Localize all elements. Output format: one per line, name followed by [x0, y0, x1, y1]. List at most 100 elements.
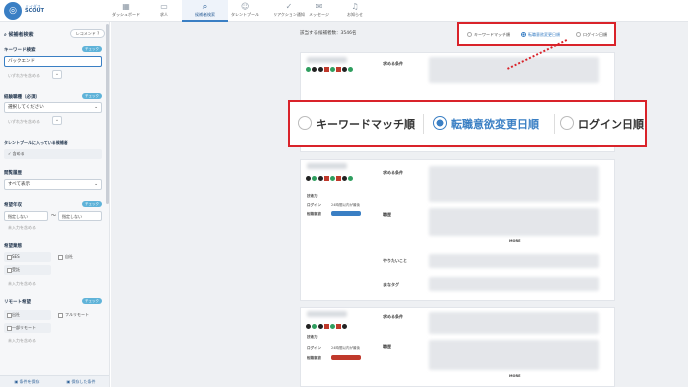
divider [423, 114, 424, 134]
business-label: 希望業態 [4, 244, 22, 249]
sidebar-footer: ▣ 条件を保存 ▣ 保存した条件 [0, 375, 109, 387]
keyword-check-badge[interactable]: チェック [82, 46, 102, 52]
chevron-down-icon: ⌄ [94, 105, 98, 110]
zoom-sort-keyword[interactable]: キーワードマッチ順 [298, 116, 415, 132]
zoom-sort-intent[interactable]: 転職意欲変更日順 [433, 116, 539, 132]
zoom-sort-login[interactable]: ログイン日順 [560, 116, 644, 132]
job-hint: いずれかを含める [8, 119, 40, 124]
results-area: 該当する候補者数：3546名 キーワードマッチ順 転職意欲変更日順 ログイン日順… [111, 22, 688, 387]
check-icon: ✓ [285, 2, 293, 11]
dashboard-icon: ▦ [122, 2, 130, 11]
sidebar-scrollbar[interactable] [106, 24, 109, 204]
message-icon: ✉ [315, 2, 323, 11]
brand-name: ミイダス SCOUT [25, 4, 44, 14]
ability-label: 技術力 [307, 194, 318, 198]
sort-options-zoom-callout: キーワードマッチ順 転職意欲変更日順 ログイン日順 [288, 100, 647, 147]
remote-check-badge[interactable]: チェック [82, 298, 102, 304]
keyword-mode-dropdown[interactable]: ⌄ [52, 70, 62, 79]
desired-blurred [429, 57, 599, 83]
job-mode-dropdown[interactable]: ⌄ [52, 116, 62, 125]
salary-to-select[interactable]: 指定しない [58, 211, 102, 221]
business-hint: 未入力を含める [8, 281, 36, 286]
saved-conditions-button[interactable]: ▣ 保存した条件 [56, 378, 106, 386]
job-check-badge[interactable]: チェック [82, 93, 102, 99]
save-conditions-button[interactable]: ▣ 条件を保存 [2, 378, 52, 386]
business-contract-checkbox[interactable]: 受託 [4, 265, 51, 275]
radio-selected-icon [521, 32, 526, 37]
recommend-button[interactable]: レコメンド ? [70, 29, 105, 38]
want-blurred [429, 254, 599, 268]
desired-label: 求める条件 [383, 170, 403, 175]
keyword-input[interactable]: バックエンド [4, 56, 102, 67]
salary-range-separator: 〜 [51, 213, 57, 219]
radio-selected-icon [433, 116, 447, 130]
jobs-icon: ▭ [160, 2, 168, 11]
keyword-label: キーワード検索 [4, 48, 36, 53]
chevron-down-icon: ⌄ [94, 182, 98, 187]
result-count: 該当する候補者数：3546名 [300, 31, 357, 36]
remote-hint: 未入力を含める [8, 338, 36, 343]
intent-meter [331, 211, 361, 216]
more-link[interactable]: MORE [509, 239, 521, 243]
desired-blurred [429, 312, 599, 334]
sidebar-title: ⌕ 候補者検索 [4, 32, 34, 38]
candidate-name-blurred [307, 163, 347, 169]
salary-hint: 未入力を含める [8, 225, 36, 230]
desired-label: 求める条件 [383, 61, 403, 66]
sort-options-highlight: キーワードマッチ順 転職意欲変更日順 ログイン日順 [457, 22, 616, 46]
login-label: ログイン [307, 203, 321, 207]
want-label: やりたいこと [383, 258, 407, 263]
salary-label: 希望年収 [4, 203, 22, 208]
tags-blurred [429, 277, 599, 291]
people-icon: ☺ [241, 2, 250, 11]
keyword-hint: いずれかを含める [8, 73, 40, 78]
talent-pool-include[interactable]: ✓ 含める [4, 149, 102, 159]
display-select[interactable]: すべて表示 ⌄ [4, 179, 102, 190]
remote-partial-checkbox[interactable]: 一部リモート [4, 323, 51, 333]
login-value: 24時間以内が最後 [331, 346, 360, 350]
remote-label: リモート希望 [4, 300, 31, 305]
talent-pool-label: タレントプールに入っている候補者 [4, 140, 68, 145]
salary-check-badge[interactable]: チェック [82, 201, 102, 207]
ability-label: 技術力 [307, 335, 318, 339]
remote-full-checkbox[interactable]: フルリモート [55, 310, 102, 320]
more-link[interactable]: MORE [509, 374, 521, 378]
login-label: ログイン [307, 346, 321, 350]
career-blurred [429, 208, 599, 236]
business-ses-checkbox[interactable]: SES [4, 252, 51, 262]
business-own-checkbox[interactable]: 自社 [55, 252, 102, 262]
intent-label: 転職意欲 [307, 212, 321, 216]
bell-icon: ♫ [351, 2, 359, 11]
candidate-name-blurred [307, 311, 347, 317]
job-select[interactable]: 選択してください ⌄ [4, 102, 102, 113]
salary-from-select[interactable]: 指定しない [4, 211, 48, 221]
sort-keyword-radio[interactable]: キーワードマッチ順 [467, 32, 510, 38]
radio-icon [560, 116, 574, 130]
nav-jobs[interactable]: ▭ 求人 [141, 0, 187, 22]
divider [554, 114, 555, 134]
nav-notifications[interactable]: ♫ お知らせ [332, 0, 378, 22]
candidate-card[interactable]: 技術力 ログイン 24時間以内が最後 転職意欲 求める条件 職歴 MORE [300, 307, 615, 387]
career-label: 職歴 [383, 212, 391, 217]
intent-label: 転職意欲 [307, 356, 321, 360]
career-label: 職歴 [383, 344, 391, 349]
skill-icons-row [306, 324, 348, 331]
radio-icon [467, 32, 472, 37]
radio-icon [576, 32, 581, 37]
remote-office-checkbox[interactable]: 出社 [4, 310, 51, 320]
radio-icon [298, 116, 312, 130]
brand-logo[interactable]: ◎ [4, 2, 22, 20]
nav-talent-pool[interactable]: ☺ タレントプール [222, 0, 268, 22]
skill-icons-row [306, 67, 354, 74]
intent-meter [331, 355, 361, 360]
career-blurred [429, 340, 599, 370]
desired-blurred [429, 166, 599, 202]
search-sidebar: ⌕ 候補者検索 レコメンド ? キーワード検索 チェック バックエンド いずれか… [0, 22, 110, 387]
candidate-name-blurred [307, 57, 347, 63]
candidate-card[interactable]: 技術力 ログイン 24時間以内が最後 転職意欲 求める条件 職歴 MORE やり… [300, 159, 615, 301]
tags-label: まなタグ [383, 282, 399, 287]
job-label: 経験職種（必須） [4, 95, 40, 100]
app-window: ◎ ミイダス SCOUT ▦ ダッシュボード ▭ 求人 ⌕ 候補者検索 ☺ タレントプール… [0, 0, 688, 387]
sort-intent-radio[interactable]: 転職意欲変更日順 [521, 32, 560, 38]
sort-login-radio[interactable]: ログイン日順 [576, 32, 607, 38]
